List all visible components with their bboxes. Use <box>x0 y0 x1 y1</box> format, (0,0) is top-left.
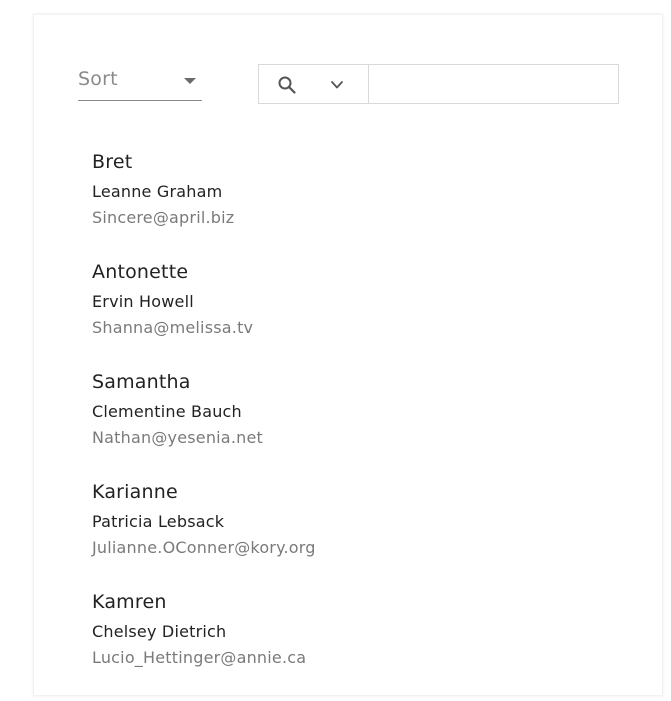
user-email: Shanna@melissa.tv <box>92 318 254 337</box>
list-item[interactable]: Antonette Ervin Howell Shanna@melissa.tv <box>92 261 612 371</box>
user-username: Kamren <box>92 591 167 613</box>
search-icon <box>278 76 296 94</box>
user-fullname: Chelsey Dietrich <box>92 622 227 641</box>
user-email: Sincere@april.biz <box>92 208 235 227</box>
search-bar <box>258 64 619 104</box>
user-list: Bret Leanne Graham Sincere@april.biz Ant… <box>92 151 612 701</box>
user-fullname: Ervin Howell <box>92 292 194 311</box>
list-item[interactable]: Kamren Chelsey Dietrich Lucio_Hettinger@… <box>92 591 612 701</box>
sort-dropdown[interactable]: Sort <box>78 65 202 101</box>
user-email: Lucio_Hettinger@annie.ca <box>92 648 307 667</box>
list-item[interactable]: Karianne Patricia Lebsack Julianne.OConn… <box>92 481 612 591</box>
user-list-card: Sort Bret Leanne Graham Sincere@april.bi… <box>33 14 663 696</box>
sort-label: Sort <box>78 68 118 90</box>
caret-down-icon <box>184 78 196 84</box>
user-fullname: Leanne Graham <box>92 182 223 201</box>
user-username: Karianne <box>92 481 178 503</box>
user-username: Antonette <box>92 261 189 283</box>
user-fullname: Clementine Bauch <box>92 402 242 421</box>
user-email: Julianne.OConner@kory.org <box>92 538 316 557</box>
search-input[interactable] <box>369 65 618 103</box>
search-field-selector-button[interactable] <box>259 65 369 103</box>
user-username: Samantha <box>92 371 191 393</box>
chevron-down-icon <box>331 81 343 89</box>
user-username: Bret <box>92 151 133 173</box>
list-item[interactable]: Bret Leanne Graham Sincere@april.biz <box>92 151 612 261</box>
user-email: Nathan@yesenia.net <box>92 428 263 447</box>
user-fullname: Patricia Lebsack <box>92 512 225 531</box>
list-item[interactable]: Samantha Clementine Bauch Nathan@yesenia… <box>92 371 612 481</box>
